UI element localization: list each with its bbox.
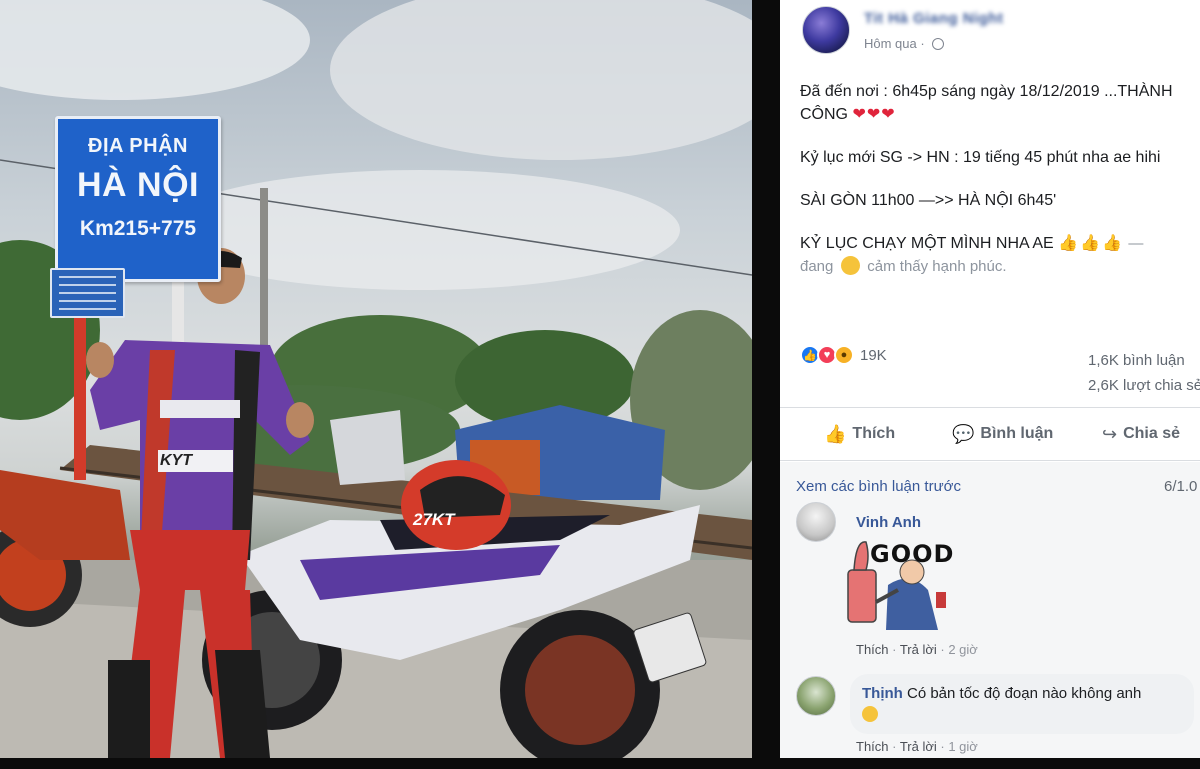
post-photo[interactable]: ĐỊA PHẬN HÀ NỘI Km215+775 27KT KYT	[0, 0, 752, 758]
heart-emoji-icon: ❤❤❤	[852, 106, 896, 123]
comment-1-time[interactable]: 2 giờ	[948, 642, 978, 657]
comment-button[interactable]: 💬 Bình luận	[952, 424, 1053, 445]
post-line-3: SÀI GÒN 11h00 —>> HÀ NỘI 6h45'	[800, 192, 1057, 209]
comment-1-like[interactable]: Thích	[856, 642, 889, 657]
comment-1-meta: Thích · Trả lời · 2 giờ	[856, 642, 978, 657]
comment-count[interactable]: 1,6K bình luận	[1088, 348, 1200, 373]
share-count[interactable]: 2,6K lượt chia sẻ	[1088, 373, 1200, 398]
comment-2-like[interactable]: Thích	[856, 739, 889, 754]
separator-bottom	[780, 460, 1200, 461]
feeling-text[interactable]: cảm thấy hạnh phúc.	[867, 258, 1006, 275]
feeling-dash: —	[1128, 235, 1144, 252]
comment-2-meta: Thích · Trả lời · 1 giờ	[856, 739, 978, 754]
share-button[interactable]: ↪ Chia sẻ	[1102, 424, 1180, 445]
action-bar: 👍 Thích 💬 Bình luận ↪ Chia sẻ	[780, 412, 1200, 456]
commenter-name[interactable]: Thịnh	[862, 685, 903, 702]
bottom-frame-strip	[0, 758, 1200, 769]
sign-line-2: HÀ NỘI	[77, 166, 199, 204]
comment-bubble-icon: 💬	[952, 423, 975, 444]
photo-scene	[0, 0, 752, 758]
view-previous-comments-link[interactable]: Xem các bình luận trước	[796, 478, 961, 495]
comment-bubble: Thịnh Có bản tốc độ đoạn nào không anh	[850, 674, 1194, 734]
like-label: Thích	[852, 425, 896, 442]
post-panel: Tit Hà Giang Night Hôm qua · Đã đến nơi …	[780, 0, 1200, 758]
reaction-count[interactable]: 19K	[860, 347, 887, 364]
comment-2-time[interactable]: 1 giờ	[948, 739, 978, 754]
post-line-1b: CÔNG	[800, 106, 848, 123]
comment-2-reply[interactable]: Trả lời	[900, 739, 937, 754]
small-road-sign	[50, 268, 125, 318]
commenter-avatar[interactable]	[796, 502, 836, 542]
post-line-4: KỶ LỤC CHẠY MỘT MÌNH NHA AE	[800, 235, 1054, 252]
post-body: Đã đến nơi : 6h45p sáng ngày 18/12/2019 …	[800, 80, 1200, 278]
post-meta: Hôm qua ·	[864, 36, 945, 51]
author-avatar[interactable]	[802, 6, 850, 54]
separator-top	[780, 407, 1200, 408]
share-arrow-icon: ↪	[1102, 423, 1118, 444]
frame-divider	[752, 0, 780, 769]
thumbs-up-icon: 👍	[824, 423, 847, 444]
dot-separator: ·	[920, 36, 929, 51]
sticker-text: GOOD	[870, 540, 955, 568]
comment-pager: 6/1.0	[1164, 478, 1198, 495]
suit-logo-text: KYT	[160, 452, 192, 469]
feeling-prefix: đang	[800, 258, 834, 275]
sign-line-1: ĐỊA PHẬN	[88, 135, 188, 157]
comment-label: Bình luận	[980, 425, 1054, 442]
helmet-text: 27KT	[413, 510, 455, 529]
thumbs-up-emoji-icon: 👍👍👍	[1058, 235, 1124, 252]
sign-line-3: Km215+775	[79, 217, 197, 240]
reaction-summary[interactable]: 👍 ♥ ● 19K	[800, 345, 887, 365]
laugh-emoji-icon	[862, 706, 878, 722]
smile-icon	[840, 256, 860, 275]
post-line-2: Kỷ lục mới SG -> HN : 19 tiếng 45 phút n…	[800, 149, 1161, 166]
comment-text: Có bản tốc độ đoạn nào không anh	[907, 685, 1142, 702]
comment-1-reply[interactable]: Trả lời	[900, 642, 937, 657]
post-timestamp[interactable]: Hôm qua	[864, 36, 917, 51]
like-button[interactable]: 👍 Thích	[824, 424, 895, 445]
author-name[interactable]: Tit Hà Giang Night	[864, 10, 1004, 27]
commenter-avatar[interactable]	[796, 676, 836, 716]
wow-icon: ●	[834, 345, 854, 365]
share-label: Chia sẻ	[1123, 425, 1181, 442]
commenter-name[interactable]: Vinh Anh	[856, 514, 921, 531]
good-sticker: GOOD	[840, 530, 953, 640]
engagement-stats: 1,6K bình luận 2,6K lượt chia sẻ	[1088, 348, 1200, 398]
globe-icon	[932, 38, 945, 50]
province-sign: ĐỊA PHẬN HÀ NỘI Km215+775	[55, 116, 221, 282]
post-line-1a: Đã đến nơi : 6h45p sáng ngày 18/12/2019 …	[800, 83, 1173, 100]
